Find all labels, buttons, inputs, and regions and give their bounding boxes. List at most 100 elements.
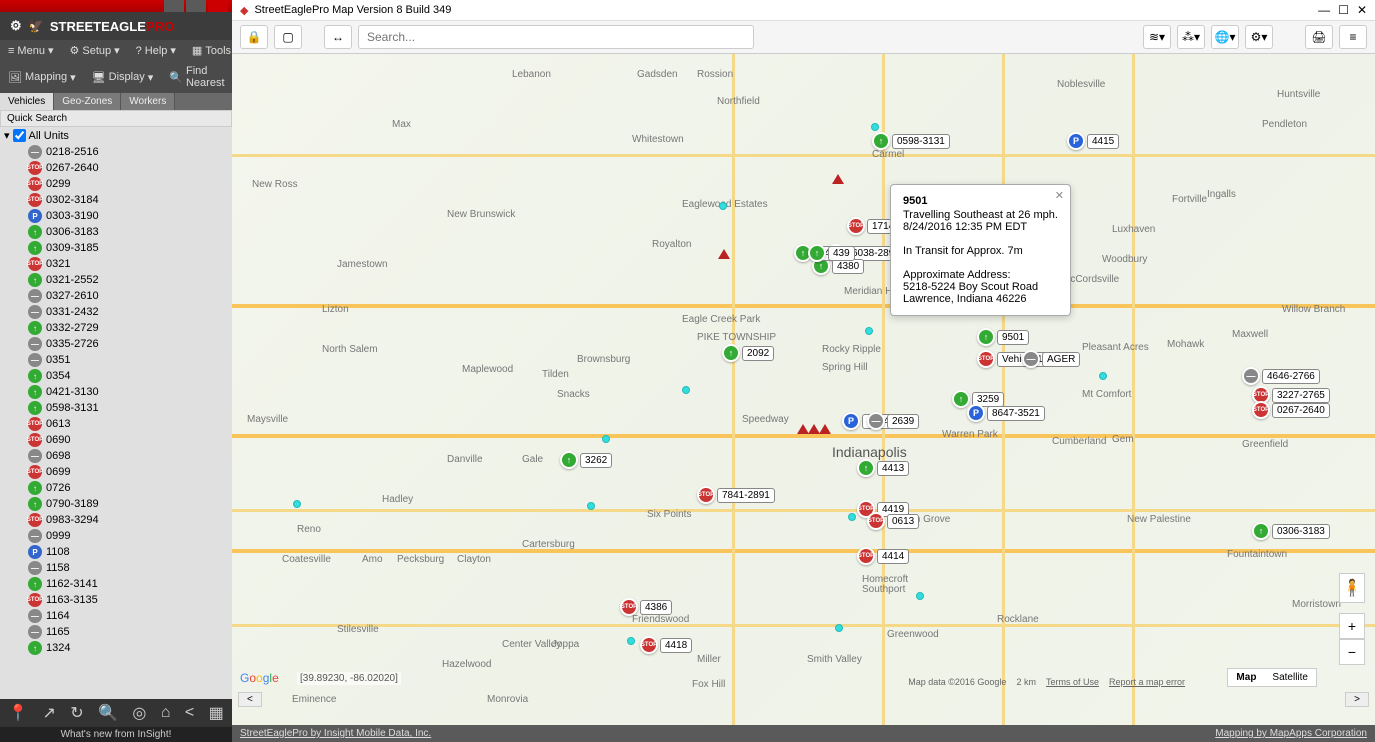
marker-4415[interactable]: P4415 <box>1067 132 1119 150</box>
dot-marker[interactable] <box>719 202 727 210</box>
scroll-left[interactable]: < <box>238 692 262 707</box>
marker-9501[interactable]: ↑9501 <box>977 328 1029 346</box>
unit-1164[interactable]: —1164 <box>0 608 232 624</box>
dot-marker[interactable] <box>835 624 843 632</box>
root-checkbox[interactable] <box>13 129 26 142</box>
zoom-out[interactable]: − <box>1339 639 1365 665</box>
target-icon[interactable]: ◎ <box>132 703 146 723</box>
marker-439[interactable]: ↑439 <box>808 244 855 262</box>
marker-7841-2891[interactable]: STOP7841-2891 <box>697 486 775 504</box>
dot-marker[interactable] <box>871 123 879 131</box>
marker-0613[interactable]: STOP0613 <box>867 512 919 530</box>
unit-0331-2432[interactable]: —0331-2432 <box>0 304 232 320</box>
marker-0306-3183[interactable]: ↑0306-3183 <box>1252 522 1330 540</box>
unit-tree[interactable]: ▾ All Units —0218-2516STOP0267-2640STOP0… <box>0 127 232 699</box>
win-close[interactable]: ✕ <box>1357 3 1367 17</box>
unit-0790-3189[interactable]: ↑0790-3189 <box>0 496 232 512</box>
unit-0351[interactable]: —0351 <box>0 352 232 368</box>
unit-0303-3190[interactable]: P0303-3190 <box>0 208 232 224</box>
unit-1165[interactable]: —1165 <box>0 624 232 640</box>
unit-1108[interactable]: P1108 <box>0 544 232 560</box>
unit-0309-3185[interactable]: ↑0309-3185 <box>0 240 232 256</box>
warning-icon[interactable] <box>718 249 730 259</box>
dot-marker[interactable] <box>865 327 873 335</box>
menu-mapping[interactable]: 🖼 Mapping ▾ <box>4 69 80 86</box>
unit-0690[interactable]: STOP0690 <box>0 432 232 448</box>
unit-0267-2640[interactable]: STOP0267-2640 <box>0 160 232 176</box>
menu-setup[interactable]: ⚙ Setup ▾ <box>65 42 123 59</box>
bounds-button[interactable]: ▢ <box>274 25 302 49</box>
marker-4386[interactable]: STOP4386 <box>620 598 672 616</box>
dot-marker[interactable] <box>293 500 301 508</box>
marker-4413[interactable]: ↑4413 <box>857 459 909 477</box>
unit-0698[interactable]: —0698 <box>0 448 232 464</box>
scroll-right[interactable]: > <box>1345 692 1369 707</box>
unit-0983-3294[interactable]: STOP0983-3294 <box>0 512 232 528</box>
marker-0598-3131[interactable]: ↑0598-3131 <box>872 132 950 150</box>
popup-close[interactable]: ✕ <box>1055 189 1064 202</box>
link-icon[interactable]: < <box>185 704 194 722</box>
unit-0299[interactable]: STOP0299 <box>0 176 232 192</box>
zoom-in[interactable]: + <box>1339 613 1365 639</box>
whats-new[interactable]: What's new from InSight! <box>0 727 232 742</box>
unit-0613[interactable]: STOP0613 <box>0 416 232 432</box>
tree-root[interactable]: ▾ All Units <box>0 127 232 144</box>
share-icon[interactable]: ↗ <box>43 703 56 723</box>
warning-icon[interactable] <box>819 424 831 434</box>
unit-0335-2726[interactable]: —0335-2726 <box>0 336 232 352</box>
dot-marker[interactable] <box>1099 372 1107 380</box>
settings-button[interactable]: ⚙▾ <box>1245 25 1273 49</box>
marker-3262[interactable]: ↑3262 <box>560 451 612 469</box>
lock-button[interactable]: 🔒 <box>240 25 268 49</box>
marker-4418[interactable]: STOP4418 <box>640 636 692 654</box>
unit-0726[interactable]: ↑0726 <box>0 480 232 496</box>
unit-0699[interactable]: STOP0699 <box>0 464 232 480</box>
pegman[interactable]: 🧍 <box>1339 573 1365 603</box>
map[interactable]: IndianapolisLebanonGadsdenRossionNoblesv… <box>232 54 1375 725</box>
unit-0421-3130[interactable]: ↑0421-3130 <box>0 384 232 400</box>
unit-0598-3131[interactable]: ↑0598-3131 <box>0 400 232 416</box>
tab-geozones[interactable]: Geo-Zones <box>54 93 121 110</box>
menu-tools[interactable]: ▦ Tools <box>188 42 235 59</box>
marker-4646-2766[interactable]: —4646-2766 <box>1242 367 1320 385</box>
menu-help[interactable]: ? Help ▾ <box>132 42 180 59</box>
unit-1162-3141[interactable]: ↑1162-3141 <box>0 576 232 592</box>
marker-8647-3521[interactable]: P8647-3521 <box>967 404 1045 422</box>
unit-0218-2516[interactable]: —0218-2516 <box>0 144 232 160</box>
unit-0999[interactable]: —0999 <box>0 528 232 544</box>
warning-icon[interactable] <box>832 174 844 184</box>
unit-0354[interactable]: ↑0354 <box>0 368 232 384</box>
tab-workers[interactable]: Workers <box>121 93 175 110</box>
unit-0302-3184[interactable]: STOP0302-3184 <box>0 192 232 208</box>
win-maximize[interactable]: ☐ <box>1338 3 1349 17</box>
dot-marker[interactable] <box>602 435 610 443</box>
menu-find-nearest[interactable]: 🔍 Find Nearest <box>165 63 228 91</box>
dot-marker[interactable] <box>916 592 924 600</box>
marker-AGER[interactable]: —AGER <box>1022 350 1080 368</box>
footer-right[interactable]: Mapping by MapApps Corporation <box>1215 728 1367 739</box>
map-type-map[interactable]: Map <box>1228 669 1264 686</box>
quick-search[interactable]: Quick Search <box>0 110 232 127</box>
collapse-icon[interactable]: ▾ <box>4 129 10 142</box>
dot-marker[interactable] <box>682 386 690 394</box>
menu-display[interactable]: 🖥 Display ▾ <box>88 69 158 86</box>
ruler-button[interactable]: ↔ <box>324 25 352 49</box>
unit-0332-2729[interactable]: ↑0332-2729 <box>0 320 232 336</box>
unit-0321[interactable]: STOP0321 <box>0 256 232 272</box>
minimize-btn[interactable] <box>164 0 184 12</box>
layers-button[interactable]: ≋▾ <box>1143 25 1171 49</box>
unit-1324[interactable]: ↑1324 <box>0 640 232 656</box>
marker-0267-2640[interactable]: STOP0267-2640 <box>1252 401 1330 419</box>
home-icon[interactable]: ⌂ <box>161 704 171 722</box>
maximize-btn[interactable] <box>186 0 206 12</box>
marker-4414[interactable]: STOP4414 <box>857 547 909 565</box>
unit-0306-3183[interactable]: ↑0306-3183 <box>0 224 232 240</box>
dot-marker[interactable] <box>627 637 635 645</box>
menu-menu[interactable]: ≡ Menu ▾ <box>4 42 57 59</box>
unit-1158[interactable]: —1158 <box>0 560 232 576</box>
unit-0321-2552[interactable]: ↑0321-2552 <box>0 272 232 288</box>
print-button[interactable]: 🖨 <box>1305 25 1333 49</box>
close-btn[interactable] <box>208 0 228 12</box>
menu-button[interactable]: ≡ <box>1339 25 1367 49</box>
marker-2639[interactable]: —2639 <box>867 412 919 430</box>
